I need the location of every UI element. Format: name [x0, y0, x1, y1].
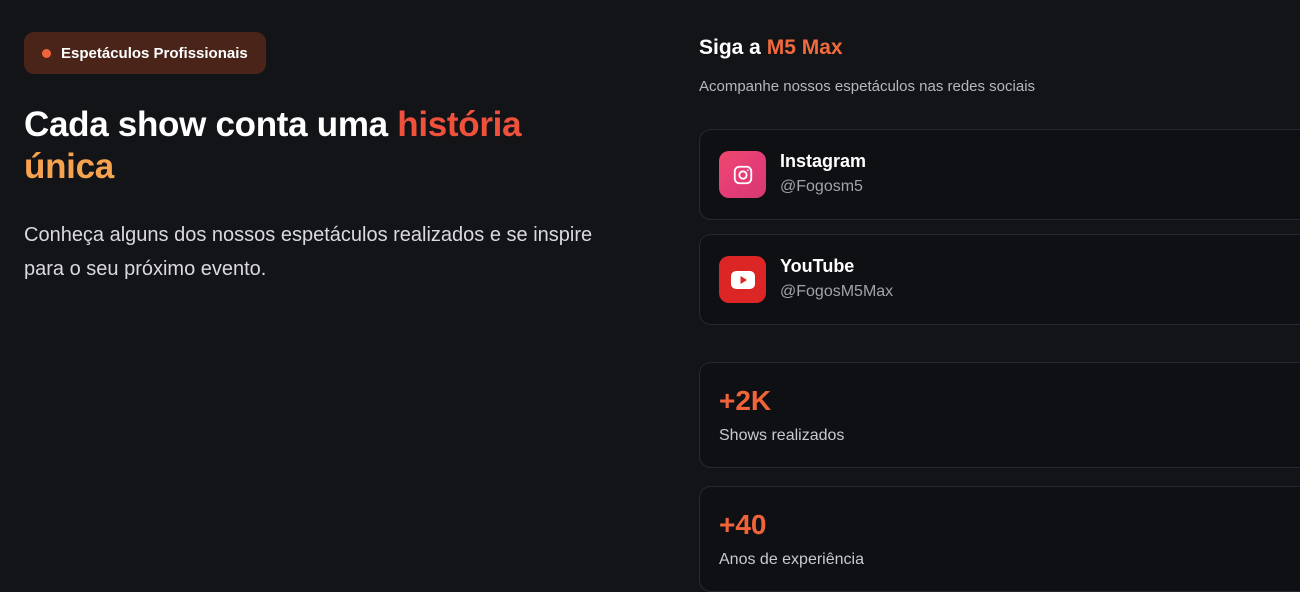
youtube-card[interactable]: YouTube @FogosM5Max — [699, 234, 1300, 325]
stat-card-years: +40 Anos de experiência — [699, 486, 1300, 592]
hero-title: Cada show conta uma história única — [24, 104, 624, 188]
follow-title: Siga a M5 Max — [699, 32, 1300, 64]
youtube-name: YouTube — [780, 256, 855, 276]
follow-title-brand: M5 Max — [766, 36, 843, 59]
social-section: Siga a M5 Max Acompanhe nossos espetácul… — [699, 32, 1300, 592]
stat-card-shows: +2K Shows realizados — [699, 362, 1300, 468]
stat-label: Shows realizados — [719, 427, 845, 444]
hero-title-text: Cada show conta uma — [24, 105, 398, 144]
hero-description: Conheça alguns dos nossos espetáculos re… — [24, 224, 593, 280]
category-badge: Espetáculos Profissionais — [24, 32, 266, 74]
hero-title-highlight-2: única — [24, 147, 114, 186]
stat-value: +40 — [719, 509, 767, 540]
stat-label: Anos de experiência — [719, 551, 864, 568]
hero-section: Espetáculos Profissionais Cada show cont… — [24, 32, 624, 286]
instagram-name: Instagram — [780, 151, 867, 171]
follow-subtitle: Acompanhe nossos espetáculos nas redes s… — [699, 78, 1036, 95]
youtube-handle: @FogosM5Max — [780, 283, 894, 300]
instagram-icon — [719, 151, 766, 198]
instagram-card[interactable]: Instagram @Fogosm5 — [699, 129, 1300, 220]
youtube-icon — [719, 256, 766, 303]
instagram-handle: @Fogosm5 — [780, 178, 863, 195]
stat-value: +2K — [719, 385, 772, 416]
badge-label: Espetáculos Profissionais — [61, 44, 248, 62]
badge-dot-icon — [42, 48, 51, 58]
hero-title-highlight: história — [397, 105, 522, 144]
follow-title-prefix: Siga a — [699, 36, 767, 59]
